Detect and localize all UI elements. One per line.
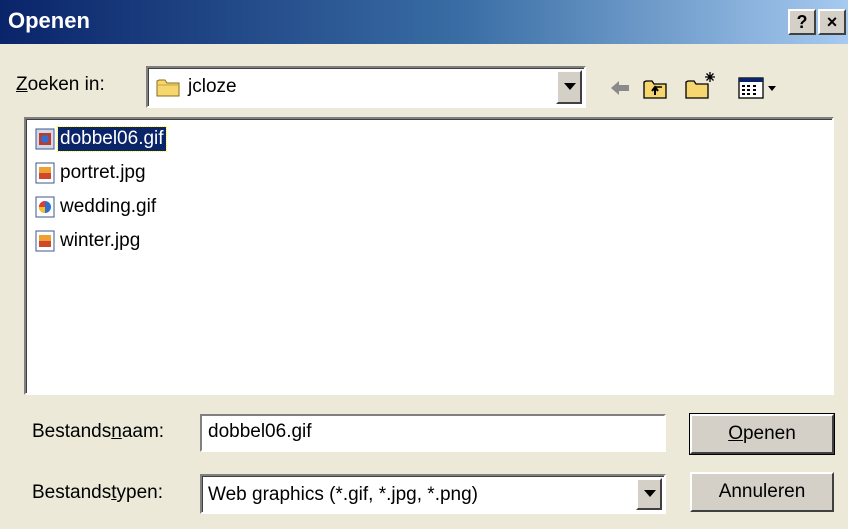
jpg-image-icon bbox=[35, 162, 55, 184]
filename-label: Bestandsnaam: bbox=[32, 421, 165, 442]
gif-image-icon bbox=[35, 196, 55, 218]
close-button[interactable]: × bbox=[818, 9, 846, 35]
filename-value: dobbel06.gif bbox=[208, 421, 312, 442]
list-item[interactable]: wedding.gif bbox=[34, 193, 158, 221]
file-name: dobbel06.gif bbox=[57, 126, 167, 152]
cancel-button[interactable]: Annuleren bbox=[690, 472, 834, 512]
chevron-down-icon bbox=[644, 490, 656, 497]
up-folder-icon[interactable] bbox=[642, 76, 670, 107]
file-list[interactable]: dobbel06.gif portret.jpg wedding.gif win… bbox=[24, 117, 834, 395]
jpg-image-icon bbox=[35, 230, 55, 252]
window-title: Openen bbox=[8, 8, 90, 33]
open-button[interactable]: Openen bbox=[689, 413, 835, 455]
gif-image-icon bbox=[35, 128, 55, 150]
filetype-combo[interactable]: Web graphics (*.gif, *.jpg, *.png) bbox=[200, 474, 666, 514]
title-bar[interactable]: Openen ? × bbox=[0, 0, 848, 44]
look-in-value: jcloze bbox=[188, 76, 237, 97]
list-item[interactable]: portret.jpg bbox=[34, 159, 148, 187]
folder-icon bbox=[156, 76, 182, 103]
new-folder-icon[interactable] bbox=[684, 70, 718, 107]
file-name: wedding.gif bbox=[60, 196, 157, 217]
look-in-combo[interactable]: jcloze bbox=[146, 66, 586, 108]
chevron-down-icon bbox=[564, 83, 576, 90]
view-menu-icon[interactable] bbox=[738, 76, 780, 105]
file-name: portret.jpg bbox=[60, 162, 146, 183]
filename-field[interactable]: dobbel06.gif bbox=[200, 414, 666, 452]
list-item[interactable]: winter.jpg bbox=[34, 227, 142, 255]
look-in-label: Zoeken in: bbox=[16, 74, 105, 95]
help-button[interactable]: ? bbox=[788, 9, 816, 35]
open-dialog: Openen ? × Zoeken in: jcloze dobbel06.gi… bbox=[0, 0, 848, 529]
file-name: winter.jpg bbox=[60, 230, 141, 251]
list-item[interactable]: dobbel06.gif bbox=[34, 125, 167, 153]
filetype-dropdown-button[interactable] bbox=[636, 478, 662, 510]
back-arrow-icon[interactable] bbox=[608, 76, 632, 105]
look-in-dropdown-button[interactable] bbox=[556, 70, 582, 104]
filetype-value: Web graphics (*.gif, *.jpg, *.png) bbox=[208, 484, 479, 505]
filetype-label: Bestandstypen: bbox=[32, 482, 163, 503]
